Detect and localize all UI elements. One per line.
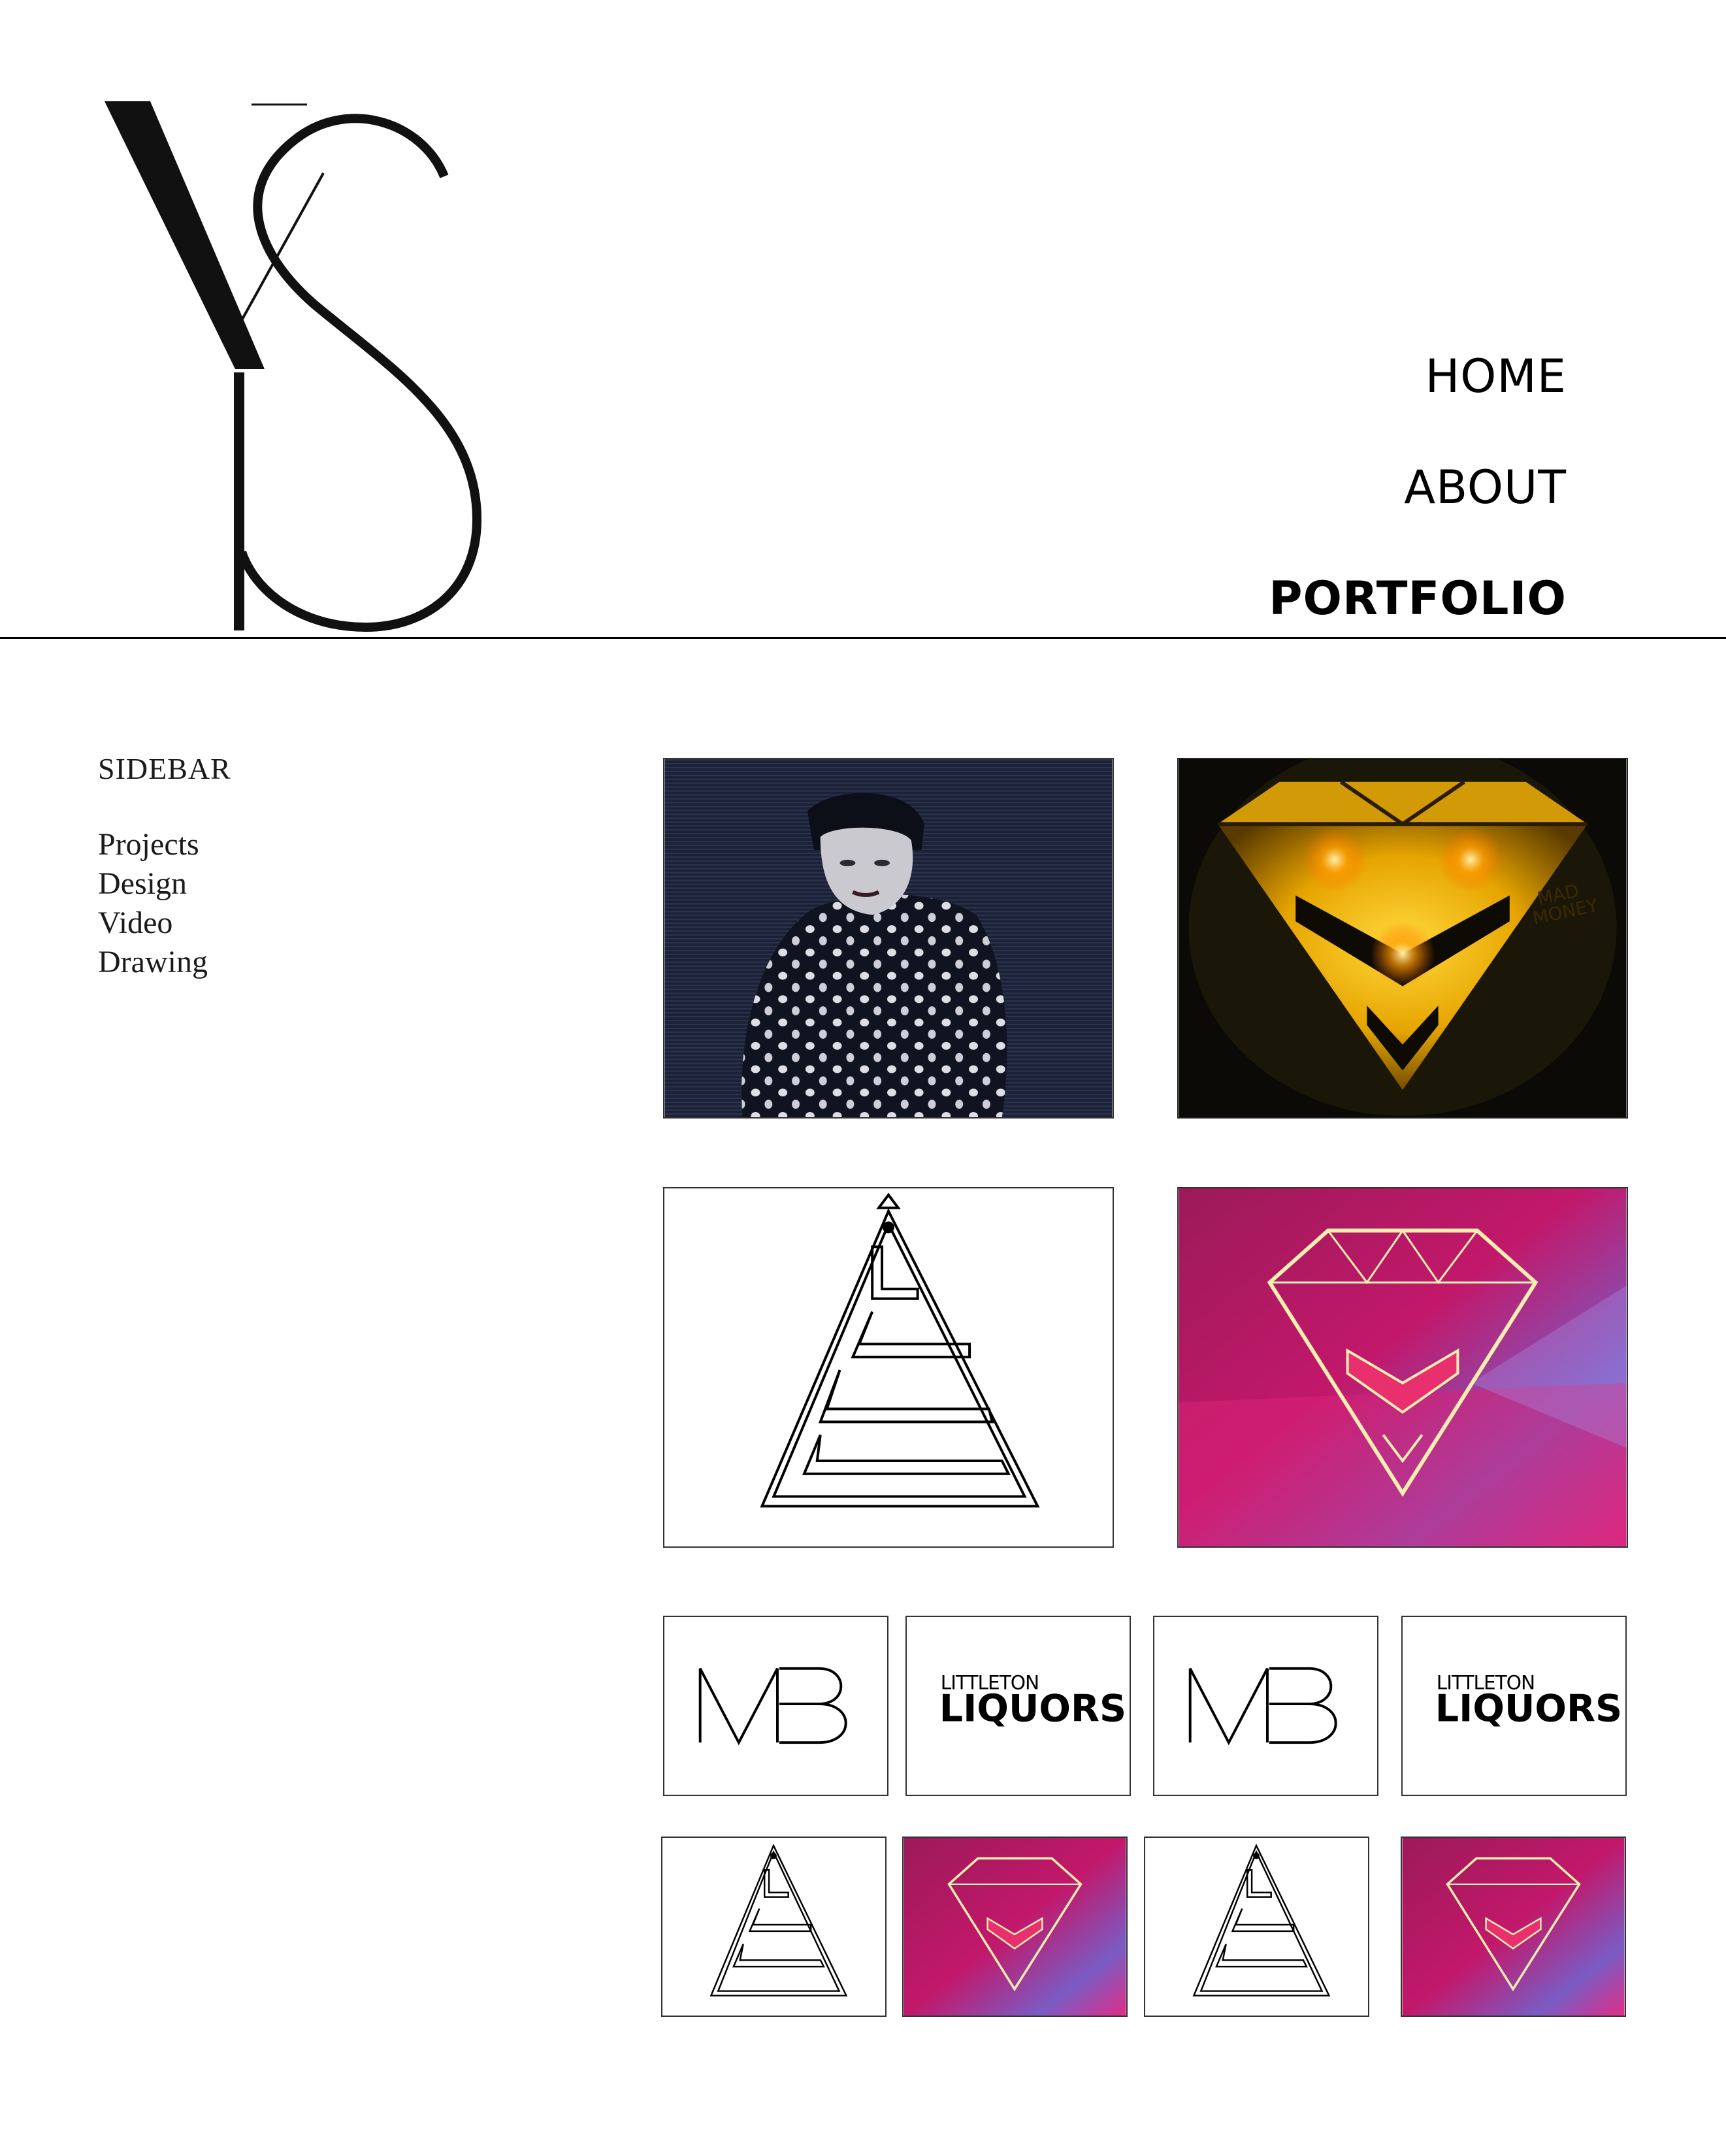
mb-monogram-thumbnail	[664, 1617, 887, 1795]
portfolio-tile-pink-diamond-small[interactable]	[902, 1837, 1128, 2017]
portfolio-tile-mad-money[interactable]: MAD MONEY	[1177, 758, 1628, 1119]
portfolio-tile-maze-small-2[interactable]	[1144, 1837, 1369, 2017]
portfolio-tile-portrait[interactable]	[663, 758, 1114, 1119]
mb-monogram-thumbnail	[1154, 1617, 1377, 1795]
ys-monogram-logo[interactable]	[98, 95, 490, 634]
portfolio-tile-maze-triangle[interactable]	[663, 1187, 1114, 1548]
mad-money-diamond-thumbnail: MAD MONEY	[1179, 759, 1627, 1117]
maze-triangle-thumbnail	[662, 1838, 885, 2016]
nav-home[interactable]: HOME	[1425, 350, 1567, 403]
pink-diamond-thumbnail	[1179, 1188, 1627, 1546]
nav-portfolio-active[interactable]: PORTFOLIO	[1269, 572, 1567, 625]
sidebar-item-video[interactable]: Video	[98, 904, 231, 943]
header-divider	[0, 637, 1726, 639]
sidebar-item-drawing[interactable]: Drawing	[98, 943, 231, 982]
sidebar-item-design[interactable]: Design	[98, 864, 231, 904]
maze-triangle-thumbnail	[1145, 1838, 1368, 2016]
portfolio-tile-mb-logo[interactable]	[663, 1616, 888, 1796]
portfolio-tile-pink-diamond-small-2[interactable]	[1401, 1837, 1626, 2017]
maze-triangle-thumbnail	[664, 1188, 1113, 1546]
portfolio-tile-maze-small[interactable]	[661, 1837, 887, 2017]
nav-about[interactable]: ABOUT	[1404, 461, 1567, 514]
pink-diamond-thumbnail	[1402, 1838, 1625, 2016]
woman-portrait-thumbnail	[664, 759, 1113, 1117]
sidebar-item-projects[interactable]: Projects	[98, 825, 231, 864]
portfolio-tile-pink-diamond[interactable]	[1177, 1187, 1628, 1548]
liquors-text: LIQUORS	[1435, 1688, 1622, 1731]
littleton-liquors-thumbnail: LITTLETON LIQUORS	[907, 1617, 1130, 1795]
portfolio-tile-mb-logo-2[interactable]	[1153, 1616, 1378, 1796]
sidebar-title: SIDEBAR	[98, 752, 231, 785]
portfolio-tile-littleton-liquors[interactable]: LITTLETON LIQUORS	[905, 1616, 1131, 1796]
sidebar: SIDEBAR Projects Design Video Drawing	[98, 751, 231, 982]
portfolio-tile-littleton-liquors-2[interactable]: LITTLETON LIQUORS	[1401, 1616, 1627, 1796]
liquors-text: LIQUORS	[939, 1688, 1126, 1731]
pink-diamond-thumbnail	[904, 1838, 1126, 2016]
littleton-liquors-thumbnail: LITTLETON LIQUORS	[1403, 1617, 1625, 1795]
